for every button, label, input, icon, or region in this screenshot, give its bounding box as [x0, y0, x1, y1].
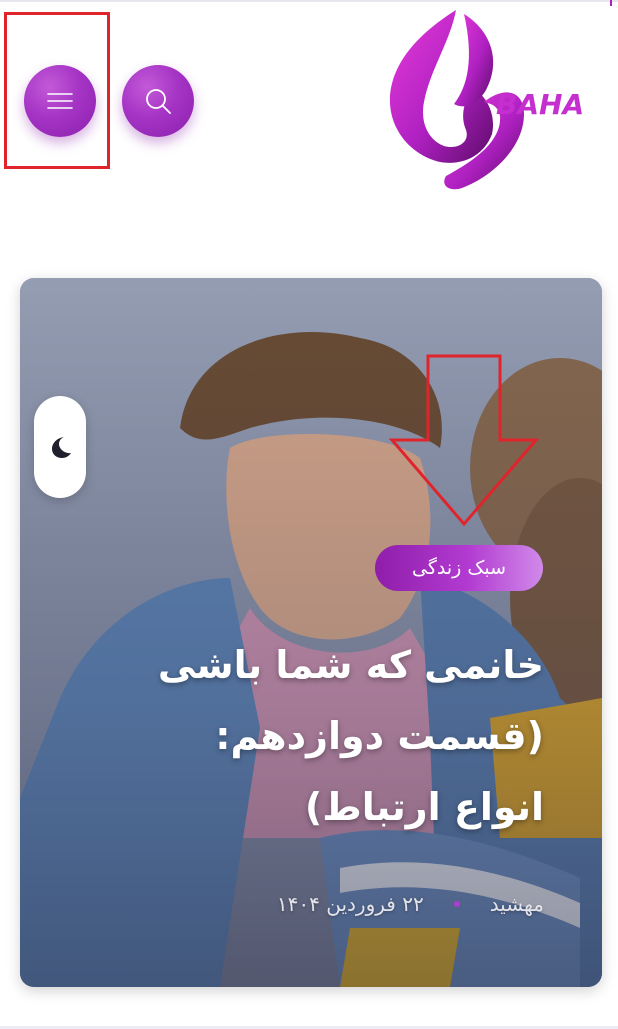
search-icon [146, 89, 171, 114]
post-title-line: خانمی که شما باشی [157, 643, 544, 687]
post-date: ۲۲ فروردین ۱۴۰۴ [276, 892, 424, 916]
search-button[interactable] [122, 65, 194, 137]
meta-separator-dot [453, 901, 460, 907]
corner-accent [610, 0, 612, 6]
post-title[interactable]: خانمی که شما باشی (قسمت دوازدهم: انواع ا… [64, 630, 544, 843]
crescent-moon-icon [52, 437, 71, 458]
top-divider [0, 0, 618, 2]
night-mode-toggle[interactable] [34, 396, 86, 498]
post-title-line: (قسمت دوازدهم: [215, 714, 544, 758]
menu-highlight-box [4, 12, 110, 169]
down-arrow-annotation [388, 354, 540, 527]
post-meta: مهشید ۲۲ فروردین ۱۴۰۴ [277, 886, 544, 922]
post-title-line: انواع ارتباط) [304, 785, 544, 829]
site-logo[interactable]: BAHA [384, 6, 596, 196]
category-badge[interactable]: سبک زندگی [375, 545, 543, 591]
logo-text: BAHA [496, 88, 584, 121]
post-author[interactable]: مهشید [490, 892, 544, 916]
